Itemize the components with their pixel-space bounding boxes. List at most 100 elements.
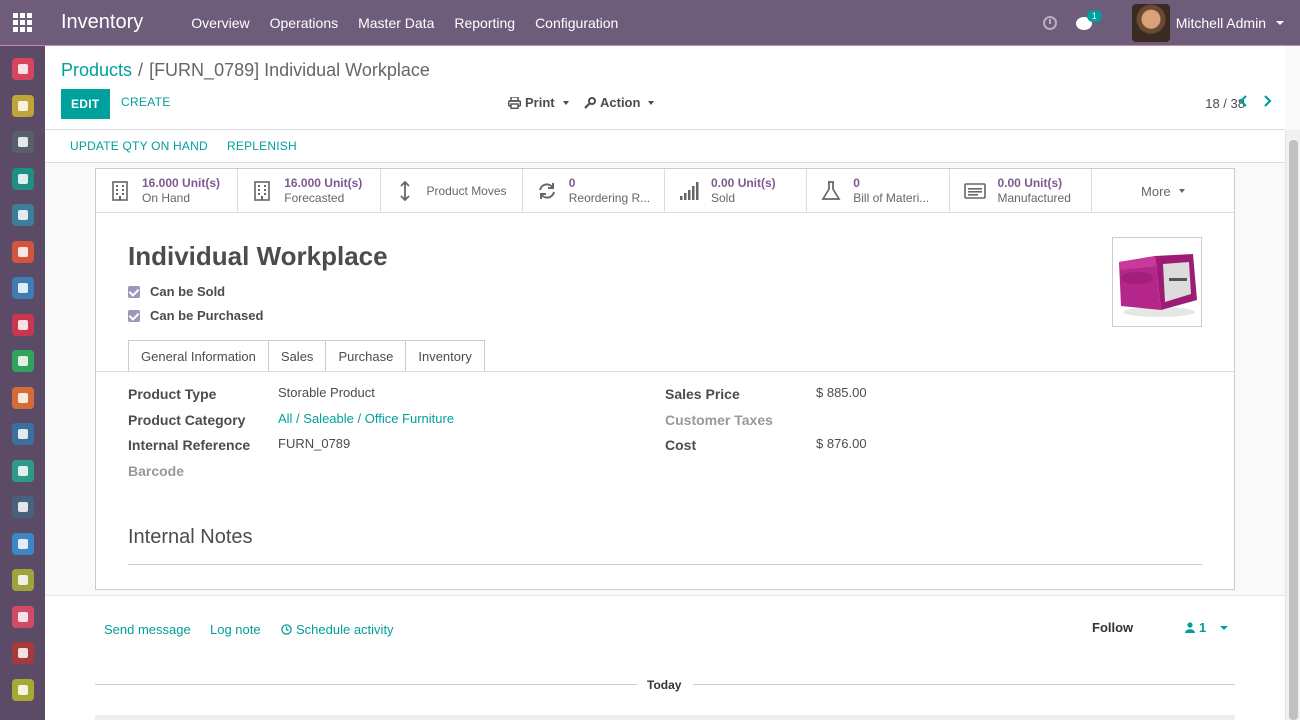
expenses-icon[interactable] — [12, 569, 34, 591]
clock-icon — [281, 624, 292, 635]
user-avatar[interactable] — [1131, 4, 1170, 42]
systray: 1 Mitchell Admin — [1042, 0, 1300, 46]
update-qty-on-hand-button[interactable]: UPDATE QTY ON HAND — [70, 139, 208, 153]
internal-notes-heading: Internal Notes — [128, 526, 253, 548]
date-separator-line — [95, 684, 637, 685]
app-title[interactable]: Inventory — [61, 11, 143, 34]
messaging-chat-icon[interactable]: 1 — [1075, 9, 1102, 30]
schedule-activity-button[interactable]: Schedule activity — [281, 622, 394, 637]
dashboards-icon[interactable] — [12, 605, 34, 628]
invoicing-icon[interactable] — [12, 386, 34, 409]
log-note-button[interactable]: Log note — [210, 622, 261, 637]
scrollbar-thumb[interactable] — [1289, 140, 1298, 720]
action-dropdown[interactable]: Action — [584, 95, 655, 110]
printer-icon — [508, 96, 521, 109]
message-item — [95, 715, 1235, 720]
customer-taxes-label: Customer Taxes — [665, 412, 773, 428]
pager-next-icon[interactable] — [1263, 94, 1273, 113]
user-menu-name[interactable]: Mitchell Admin — [1176, 15, 1266, 31]
tab-purchase[interactable]: Purchase — [326, 340, 407, 372]
on-hand-smart-button[interactable]: 16.000 Unit(s) On Hand — [96, 169, 239, 213]
product-type-value: Storable Product — [278, 385, 375, 400]
checkbox-checked-icon[interactable] — [128, 285, 140, 298]
inventory-icon[interactable] — [12, 313, 34, 336]
sold-label: Sold — [711, 191, 736, 205]
refresh-icon — [538, 183, 555, 199]
user-menu-caret-icon[interactable] — [1276, 21, 1284, 25]
product-photo — [1119, 254, 1197, 317]
more-smart-buttons-dropdown[interactable]: More — [1092, 169, 1234, 213]
employees-icon[interactable] — [12, 459, 34, 482]
cost-label: Cost — [665, 437, 697, 453]
tab-general-information[interactable]: General Information — [128, 340, 269, 372]
app-switcher-button[interactable] — [0, 0, 44, 46]
tab-inventory[interactable]: Inventory — [406, 340, 485, 372]
manufacturing-icon[interactable] — [12, 350, 34, 372]
menu-operations[interactable]: Operations — [260, 0, 348, 46]
website-icon[interactable] — [12, 642, 34, 664]
breadcrumb-separator: / — [138, 60, 144, 80]
sold-value: 0.00 Unit(s) — [711, 176, 776, 190]
send-message-button[interactable]: Send message — [104, 622, 191, 637]
contacts-icon[interactable] — [12, 167, 34, 190]
product-name: Individual Workplace — [128, 241, 388, 271]
vertical-scrollbar[interactable] — [1285, 130, 1300, 720]
bill-of-materials-smart-button[interactable]: 0 Bill of Materi... — [807, 169, 950, 213]
settings-icon[interactable] — [12, 678, 34, 701]
sales-price-value: $ 885.00 — [816, 385, 867, 400]
grid-icon — [12, 13, 32, 32]
calendar-icon[interactable] — [12, 94, 34, 117]
notes-icon[interactable] — [12, 131, 34, 153]
reordering-rules-smart-button[interactable]: 0 Reordering R... — [523, 169, 665, 213]
product-type-label: Product Type — [128, 386, 217, 402]
recruitment-icon[interactable] — [12, 496, 34, 518]
form-statusbar: UPDATE QTY ON HAND REPLENISH — [45, 130, 1285, 163]
internal-reference-value: FURN_0789 — [278, 436, 351, 451]
follow-button[interactable]: Follow — [1092, 620, 1133, 635]
crm-icon[interactable] — [12, 204, 34, 226]
menu-overview[interactable]: Overview — [181, 0, 259, 46]
user-icon — [1185, 622, 1195, 633]
checkbox-checked-icon[interactable] — [128, 309, 140, 322]
print-dropdown[interactable]: Print — [508, 95, 569, 110]
reordering-rules-label: Reordering R... — [568, 191, 651, 205]
tab-sales[interactable]: Sales — [268, 340, 327, 372]
smart-button-box: 16.000 Unit(s) On Hand 16.000 Unit(s) Fore… — [96, 169, 1234, 213]
can-be-purchased-checkbox[interactable]: Can be Purchased — [128, 308, 263, 323]
product-category-link[interactable]: All / Saleable / Office Furniture — [278, 411, 454, 426]
replenish-button[interactable]: REPLENISH — [227, 139, 297, 153]
notebook-tabs: General Information Sales Purchase Inven… — [128, 340, 485, 372]
control-panel: Products / [FURN_0789] Individual Workplac… — [45, 46, 1285, 130]
menu-master-data[interactable]: Master Data — [348, 0, 444, 46]
activities-clock-icon[interactable] — [1042, 16, 1057, 30]
edit-button[interactable]: EDIT — [61, 89, 110, 119]
followers-dropdown[interactable]: 1 — [1185, 620, 1229, 635]
apps-icon[interactable] — [12, 423, 34, 445]
reordering-rules-value: 0 — [568, 176, 576, 190]
manufactured-value: 0.00 Unit(s) — [997, 176, 1063, 190]
main-menu: Overview Operations Master Data Reportin… — [181, 0, 628, 46]
manufactured-smart-button[interactable]: 0.00 Unit(s) Manufactured — [950, 169, 1092, 213]
schedule-activity-label: Schedule activity — [296, 622, 394, 637]
forecasted-smart-button[interactable]: 16.000 Unit(s) Forecasted — [238, 169, 381, 213]
breadcrumb-products-link[interactable]: Products — [61, 60, 132, 80]
sold-smart-button[interactable]: 0.00 Unit(s) Sold — [665, 169, 808, 213]
internal-notes-field[interactable] — [128, 564, 1202, 565]
signal-bars-icon — [680, 182, 699, 200]
menu-configuration[interactable]: Configuration — [525, 0, 628, 46]
more-caret-icon — [1178, 189, 1185, 193]
building-icon — [254, 181, 271, 201]
pos-icon[interactable] — [12, 277, 34, 299]
pager-previous-icon[interactable] — [1238, 94, 1248, 113]
sales-icon[interactable] — [12, 240, 34, 263]
product-moves-smart-button[interactable]: Product Moves — [381, 169, 523, 213]
product-image[interactable] — [1112, 237, 1202, 327]
attendance-icon[interactable] — [12, 532, 34, 555]
discuss-icon[interactable] — [12, 58, 34, 80]
chatter: Send message Log note Schedule activity … — [45, 595, 1285, 720]
create-button[interactable]: CREATE — [121, 95, 171, 109]
print-caret-icon — [562, 100, 569, 105]
can-be-sold-checkbox[interactable]: Can be Sold — [128, 284, 225, 299]
chat-count-badge: 1 — [1086, 9, 1102, 22]
menu-reporting[interactable]: Reporting — [444, 0, 525, 46]
